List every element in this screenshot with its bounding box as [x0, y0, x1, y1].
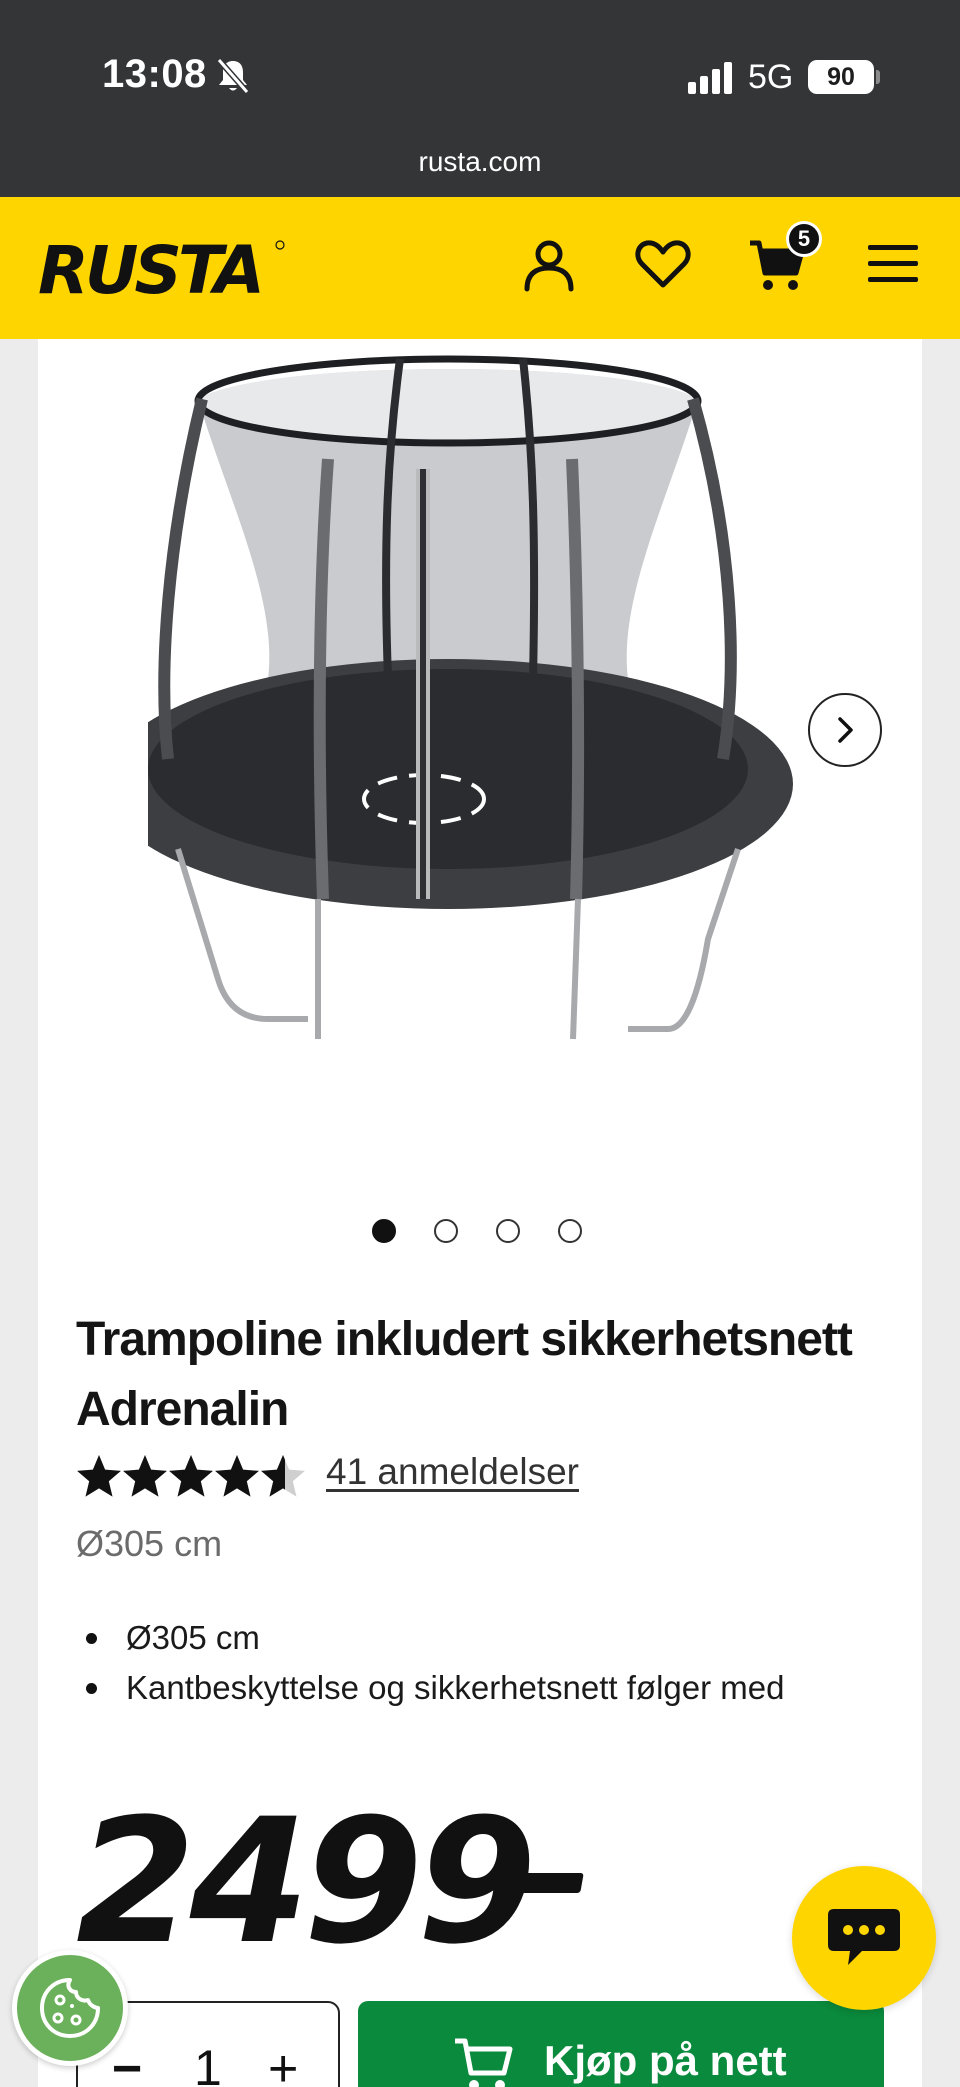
status-bar: 13:08 5G 90 rusta.com — [0, 0, 960, 197]
quantity-value[interactable]: 1 — [194, 2039, 222, 2087]
menu-icon[interactable] — [864, 235, 922, 293]
battery-nub — [876, 70, 880, 84]
chat-icon — [828, 1909, 900, 1965]
increase-button[interactable]: + — [268, 2039, 298, 2087]
star-filled-icon — [169, 1455, 213, 1497]
site-header: RUSTA 5 — [0, 197, 960, 339]
product-image[interactable] — [148, 339, 918, 1129]
rusta-logo[interactable]: RUSTA — [36, 233, 292, 305]
cart-count-badge: 5 — [786, 221, 822, 257]
buy-button-label: Kjøp på nett — [544, 2037, 787, 2084]
heart-icon[interactable] — [634, 235, 692, 293]
pagination-dot[interactable] — [496, 1219, 520, 1243]
chevron-right-icon — [838, 717, 853, 743]
cookie-icon — [40, 1978, 100, 2038]
decrease-button[interactable]: − — [112, 2039, 142, 2087]
feature-list: Ø305 cm Kantbeskyttelse og sikkerhetsnet… — [86, 1613, 785, 1713]
status-time: 13:08 — [102, 52, 207, 96]
price-dash — [510, 1873, 584, 1893]
star-filled-icon — [123, 1455, 167, 1497]
reviews-link[interactable]: 41 anmeldelser — [326, 1451, 579, 1493]
star-filled-icon — [77, 1455, 121, 1497]
size-label: Ø305 cm — [76, 1523, 223, 1564]
pagination-dot[interactable] — [434, 1219, 458, 1243]
rating-stars[interactable] — [76, 1453, 312, 1501]
url-bar[interactable]: rusta.com — [0, 146, 960, 178]
svg-text:RUSTA: RUSTA — [38, 233, 261, 305]
chat-button[interactable] — [792, 1866, 936, 2010]
price: 2499 — [76, 1781, 537, 1982]
list-item: Kantbeskyttelse og sikkerhetsnett følger… — [86, 1663, 785, 1713]
product-title: Trampoline inkludert sikkerhetsnett Adre… — [76, 1313, 853, 1436]
signal-icon — [688, 62, 732, 94]
star-filled-icon — [215, 1455, 259, 1497]
buy-online-button[interactable]: Kjøp på nett — [358, 2001, 884, 2087]
pagination-dot[interactable] — [558, 1219, 582, 1243]
account-icon[interactable] — [520, 235, 578, 293]
product-card: Trampoline inkludert sikkerhetsnett Adre… — [38, 339, 922, 2087]
battery-indicator: 90 — [808, 60, 874, 94]
pagination-dot[interactable] — [372, 1219, 396, 1243]
network-label: 5G — [748, 58, 794, 96]
list-item: Ø305 cm — [86, 1613, 785, 1663]
cookie-settings-button[interactable] — [12, 1950, 128, 2066]
image-pagination — [372, 1219, 582, 1243]
next-image-button[interactable] — [808, 693, 882, 767]
cart-icon — [455, 2038, 513, 2087]
bell-muted-icon — [216, 58, 250, 94]
